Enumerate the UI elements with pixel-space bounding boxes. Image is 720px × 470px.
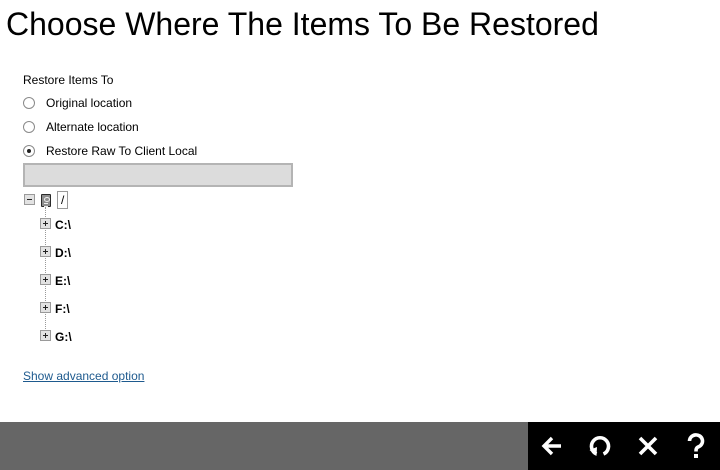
back-button[interactable] — [528, 422, 576, 470]
radio-restore-raw-to-client-local[interactable]: Restore Raw To Client Local — [23, 143, 197, 159]
tree-root-label[interactable]: / — [57, 191, 69, 209]
radio-original-location[interactable]: Original location — [23, 95, 132, 111]
tree-node-label[interactable]: E:\ — [55, 273, 70, 289]
tree-node-e-drive[interactable]: E:\ — [40, 273, 160, 289]
tree-node-c-drive[interactable]: C:\ — [40, 217, 160, 233]
question-icon — [687, 433, 705, 458]
page-title: Choose Where The Items To Be Restored — [6, 6, 599, 42]
arrow-left-icon — [541, 436, 561, 456]
help-button[interactable] — [672, 422, 720, 470]
radio-restore-raw-to-client-local-circle[interactable] — [23, 145, 35, 157]
restore-path-input[interactable] — [23, 163, 293, 187]
tree-node-label[interactable]: G:\ — [55, 329, 72, 345]
tree-node-f-drive[interactable]: F:\ — [40, 301, 160, 317]
radio-alternate-location[interactable]: Alternate location — [23, 119, 139, 135]
tree-node-label[interactable]: F:\ — [55, 301, 70, 317]
tree-node-label[interactable]: D:\ — [55, 245, 71, 261]
radio-restore-raw-to-client-local-label: Restore Raw To Client Local — [46, 144, 198, 158]
tree-node-g-drive[interactable]: G:\ — [40, 329, 160, 345]
radio-original-location-label: Original location — [46, 96, 133, 110]
expand-plus-icon[interactable] — [40, 246, 51, 257]
radio-alternate-location-circle[interactable] — [23, 121, 35, 133]
restore-icon — [589, 435, 611, 456]
close-button[interactable] — [624, 422, 672, 470]
restore-items-to-label: Restore Items To — [23, 73, 114, 87]
restore-button[interactable] — [576, 422, 624, 470]
expand-plus-icon[interactable] — [40, 218, 51, 229]
expand-plus-icon[interactable] — [40, 302, 51, 313]
tree-node-d-drive[interactable]: D:\ — [40, 245, 160, 261]
show-advanced-option-link[interactable]: Show advanced option — [23, 368, 144, 384]
tree-root-collapse-icon[interactable] — [24, 194, 35, 205]
tree-node-label[interactable]: C:\ — [55, 217, 71, 233]
expand-plus-icon[interactable] — [40, 274, 51, 285]
radio-original-location-circle[interactable] — [23, 97, 35, 109]
expand-plus-icon[interactable] — [40, 330, 51, 341]
footer-actions — [528, 422, 720, 470]
close-icon — [638, 436, 658, 456]
server-icon — [41, 194, 51, 207]
radio-alternate-location-label: Alternate location — [46, 120, 139, 134]
